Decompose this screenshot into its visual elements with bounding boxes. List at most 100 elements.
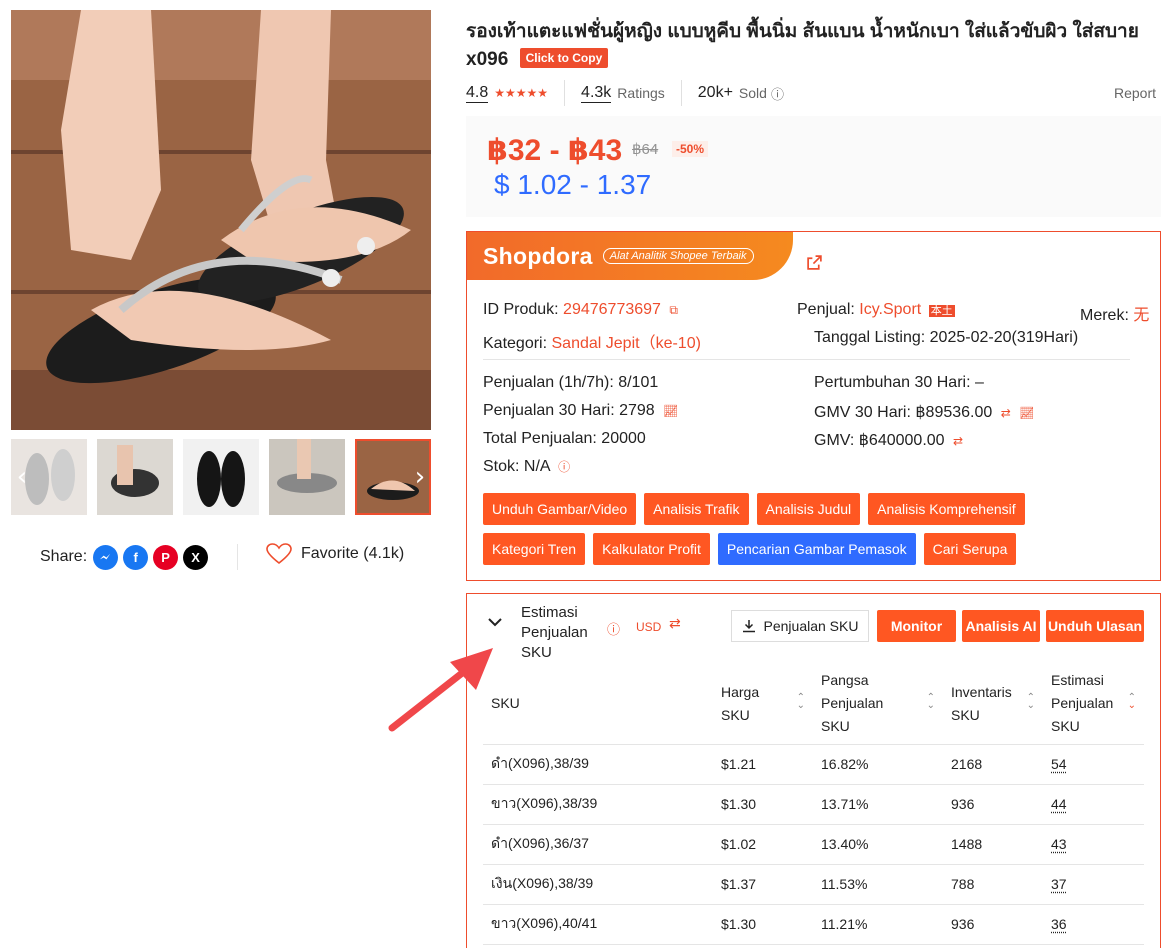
category-link[interactable]: Sandal Jepit（ke-10) xyxy=(552,335,701,352)
share-label: Share: xyxy=(40,548,88,565)
sold-label: Sold xyxy=(738,85,767,101)
messenger-icon[interactable] xyxy=(93,544,119,570)
profit-calculator-button[interactable]: Kalkulator Profit xyxy=(593,533,710,565)
column-header-share[interactable]: Pangsa Penjualan SKU ⌃ ⌄ xyxy=(813,664,943,745)
chevron-down-icon[interactable] xyxy=(487,614,503,632)
column-header-est-sales[interactable]: Estimasi Penjualan SKU ⌃ ⌄ xyxy=(1043,664,1144,745)
ai-analysis-button[interactable]: Analisis AI xyxy=(962,610,1040,642)
column-header-inventory-label: Inventaris SKU xyxy=(951,683,1012,723)
help-icon[interactable]: ⓘ xyxy=(771,84,784,103)
copy-icon[interactable]: ⧉ xyxy=(669,303,678,317)
sku-est-sales-cell-text[interactable]: 37 xyxy=(1051,876,1067,892)
sku-name-cell-text: ขาว(X096),38/39 xyxy=(491,795,598,811)
sku-est-sales-cell-text[interactable]: 44 xyxy=(1051,796,1067,812)
sku-inventory-cell-text: 2168 xyxy=(951,756,983,772)
sku-name-cell: ดำ(X096),38/39 xyxy=(483,744,713,785)
rating-value[interactable]: 4.8 xyxy=(466,84,489,103)
product-main-image[interactable] xyxy=(11,10,431,430)
product-id-row: ID Produk: 29476773697 ⧉ xyxy=(483,301,678,319)
copy-title-button[interactable]: Click to Copy xyxy=(519,48,609,68)
currency-label: USD xyxy=(636,620,662,634)
sku-share-cell-text: 13.40% xyxy=(821,836,869,852)
download-sku-label: Penjualan SKU xyxy=(763,618,859,634)
category-trend-button[interactable]: Kategori Tren xyxy=(483,533,586,565)
trend-chart-icon[interactable]: 📈︎ xyxy=(663,404,678,418)
facebook-icon[interactable]: f xyxy=(123,544,149,570)
trend-chart-icon[interactable]: 📈︎ xyxy=(1019,406,1034,420)
column-header-price[interactable]: Harga SKU ⌃ ⌄ xyxy=(713,664,813,745)
report-link[interactable]: Report xyxy=(1114,85,1156,101)
brand-value[interactable]: 无 xyxy=(1133,307,1149,324)
chevron-left-icon[interactable]: ‹ xyxy=(11,462,33,492)
sales-30d: Penjualan 30 Hari: 2798 xyxy=(483,402,655,419)
sort-icon[interactable]: ⌃ ⌄ xyxy=(797,693,805,711)
currency-swap-icon[interactable]: ⇄ xyxy=(669,615,681,632)
sku-share-cell: 11.21% xyxy=(813,904,943,945)
favorite-button[interactable]: Favorite (4.1k) xyxy=(266,543,404,565)
supplier-image-search-button[interactable]: Pencarian Gambar Pemasok xyxy=(717,533,916,565)
brand-label: Merek: xyxy=(1080,307,1129,324)
info-icon[interactable]: ⓘ xyxy=(558,460,570,474)
chevron-right-icon[interactable]: › xyxy=(409,462,431,492)
find-similar-button[interactable]: Cari Serupa xyxy=(923,533,1017,565)
product-id-value[interactable]: 29476773697 xyxy=(563,301,661,318)
product-id-label: ID Produk: xyxy=(483,301,559,318)
traffic-analysis-button[interactable]: Analisis Trafik xyxy=(644,493,749,525)
external-link-icon[interactable] xyxy=(806,254,823,276)
sku-share-cell-text: 11.53% xyxy=(821,876,868,892)
sku-share-cell-text: 16.82% xyxy=(821,756,869,772)
thumbnail[interactable] xyxy=(183,439,259,515)
sku-price-cell-text: $1.21 xyxy=(721,756,757,772)
download-media-button[interactable]: Unduh Gambar/Video xyxy=(483,493,637,525)
currency-swap-icon[interactable]: ⇄ xyxy=(1001,406,1011,420)
thumbnail[interactable] xyxy=(97,439,173,515)
sku-est-sales-cell[interactable]: 54 xyxy=(1043,744,1144,785)
pinterest-icon[interactable]: P xyxy=(153,544,179,570)
ratings-count[interactable]: 4.3k xyxy=(581,84,612,103)
share-row: Share: f P X xyxy=(40,543,209,571)
sku-est-sales-cell[interactable]: 44 xyxy=(1043,784,1144,825)
column-header-inventory[interactable]: Inventaris SKU ⌃ ⌄ xyxy=(943,664,1043,745)
seller-link[interactable]: Icy.Sport xyxy=(859,301,921,318)
sku-est-sales-cell-text[interactable]: 43 xyxy=(1051,836,1067,852)
sort-icon[interactable]: ⌃ ⌄ xyxy=(1027,693,1035,711)
shopdora-tagline: Alat Analitik Shopee Terbaik xyxy=(602,248,754,264)
heart-icon xyxy=(266,543,292,565)
info-icon[interactable]: ⓘ xyxy=(607,619,620,638)
sku-est-sales-cell[interactable]: 36 xyxy=(1043,904,1144,945)
shopdora-logo: Shopdora xyxy=(483,242,593,269)
monitor-button[interactable]: Monitor xyxy=(877,610,956,642)
local-seller-badge: 本土 xyxy=(928,305,955,317)
sku-name-cell-text: ขาว(X096),40/41 xyxy=(491,915,598,931)
currency-swap-icon[interactable]: ⇄ xyxy=(953,434,963,448)
comprehensive-analysis-button[interactable]: Analisis Komprehensif xyxy=(868,493,1025,525)
x-twitter-icon[interactable]: X xyxy=(183,544,209,570)
sku-share-cell: 16.82% xyxy=(813,744,943,785)
sku-est-sales-cell[interactable]: 37 xyxy=(1043,864,1144,905)
download-sku-sales-button[interactable]: Penjualan SKU xyxy=(731,610,869,642)
sku-inventory-cell-text: 788 xyxy=(951,876,975,892)
sku-price-cell: $1.37 xyxy=(713,864,813,905)
sort-icon-active[interactable]: ⌃ ⌄ xyxy=(1128,693,1136,711)
download-reviews-button[interactable]: Unduh Ulasan xyxy=(1046,610,1144,642)
sort-icon[interactable]: ⌃ ⌄ xyxy=(927,693,935,711)
growth-30d: Pertumbuhan 30 Hari: – xyxy=(814,374,984,391)
sku-inventory-cell: 2168 xyxy=(943,744,1043,785)
column-header-sku: SKU xyxy=(483,664,713,745)
sku-sales-panel: Estimasi Penjualan SKU ⓘ USD ⇄ Penjualan… xyxy=(466,593,1161,948)
sku-share-cell: 13.40% xyxy=(813,824,943,865)
sku-name-cell: เงิน(X096),38/39 xyxy=(483,864,713,905)
sku-price-cell: $1.21 xyxy=(713,744,813,785)
title-analysis-button[interactable]: Analisis Judul xyxy=(756,493,861,525)
sku-est-sales-cell[interactable]: 43 xyxy=(1043,824,1144,865)
listing-date-row: Tanggal Listing: 2025-02-20(319Hari) xyxy=(814,329,1078,347)
sku-est-sales-cell-text[interactable]: 54 xyxy=(1051,756,1067,772)
product-title: รองเท้าแตะแฟชั่นผู้หญิง แบบหูคีบ พื้นนิ่… xyxy=(466,18,1156,74)
thumbnail[interactable] xyxy=(269,439,345,515)
sales-1h7h: Penjualan (1h/7h): 8/101 xyxy=(483,374,659,391)
sku-inventory-cell-text: 936 xyxy=(951,796,975,812)
sku-name-cell-text: ดำ(X096),36/37 xyxy=(491,835,589,851)
sku-price-cell-text: $1.30 xyxy=(721,796,757,812)
sku-share-cell-text: 13.71% xyxy=(821,796,869,812)
sku-est-sales-cell-text[interactable]: 36 xyxy=(1051,916,1067,932)
